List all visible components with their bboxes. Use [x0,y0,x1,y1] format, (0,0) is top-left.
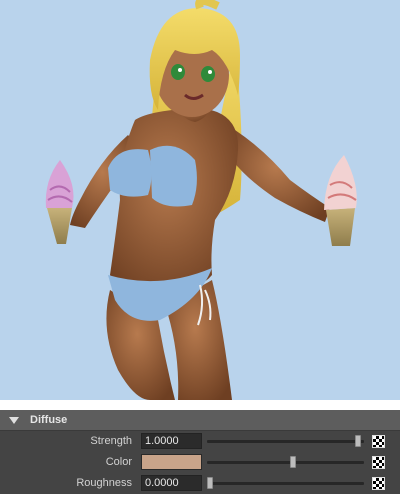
material-properties-panel: Diffuse Strength 1.0000 Color Roughness … [0,410,400,492]
strength-label: Strength [90,435,132,447]
section-title: Diffuse [30,414,68,426]
strength-row: Strength 1.0000 [0,432,400,452]
roughness-field[interactable]: 0.0000 [141,475,202,491]
color-swatch[interactable] [141,454,202,470]
strength-slider-track[interactable] [207,440,364,443]
roughness-label: Roughness [76,477,132,489]
strength-slider-handle[interactable] [354,435,361,447]
color-label: Color [105,456,132,468]
color-slider-track[interactable] [207,461,364,464]
character-render [45,0,357,400]
roughness-row: Roughness 0.0000 [0,474,400,494]
strength-field[interactable]: 1.0000 [141,433,202,449]
color-row: Color [0,453,400,473]
roughness-slider-track[interactable] [207,482,364,485]
checker-icon[interactable] [372,435,385,448]
render-viewport [0,0,400,400]
separator [0,400,400,410]
checker-icon[interactable] [372,477,385,490]
collapse-arrow-icon[interactable] [9,417,19,424]
color-slider-handle[interactable] [290,456,297,468]
roughness-slider-handle[interactable] [207,477,213,489]
checker-icon[interactable] [372,456,385,469]
diffuse-section-header[interactable]: Diffuse [0,410,400,431]
